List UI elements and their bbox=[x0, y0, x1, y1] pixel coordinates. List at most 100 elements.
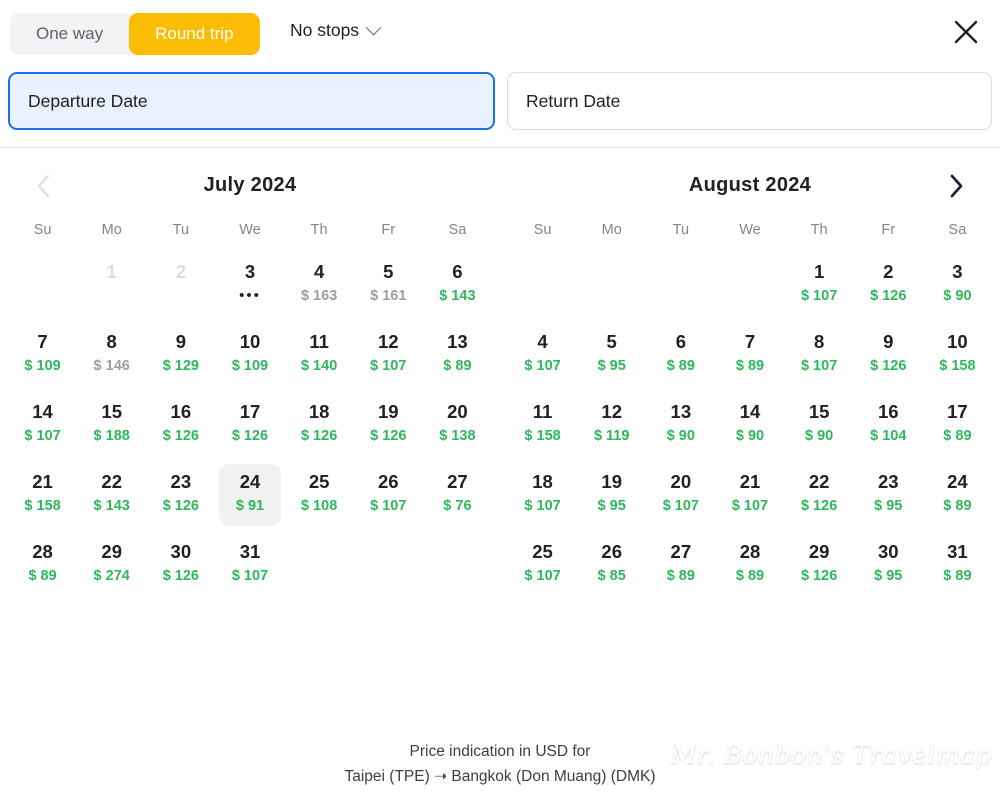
calendar-day-10[interactable]: 10 $ 109 bbox=[219, 324, 281, 386]
calendar-day-8[interactable]: 8 $ 146 bbox=[81, 324, 143, 386]
calendar-day-25[interactable]: 25 $ 108 bbox=[288, 464, 350, 526]
calendar-day-2[interactable]: 2 $ 126 bbox=[857, 254, 919, 316]
calendar-day-price: $ 89 bbox=[28, 568, 57, 584]
tab-round-trip[interactable]: Round trip bbox=[129, 13, 260, 55]
calendar-day-11[interactable]: 11 $ 140 bbox=[288, 324, 350, 386]
calendar-day-20[interactable]: 20 $ 107 bbox=[650, 464, 712, 526]
trip-type-toggle[interactable]: One way Round trip bbox=[10, 13, 260, 55]
calendar-day-price: $ 90 bbox=[943, 288, 972, 304]
calendar-day-number: 6 bbox=[452, 261, 463, 282]
calendar-day-30[interactable]: 30 $ 126 bbox=[150, 534, 212, 596]
next-month-button[interactable] bbox=[936, 166, 976, 206]
calendar-day-5[interactable]: 5 $ 95 bbox=[581, 324, 643, 386]
calendar-day-14[interactable]: 14 $ 107 bbox=[12, 394, 74, 456]
calendar-day-10[interactable]: 10 $ 158 bbox=[926, 324, 988, 386]
dow-fr: Fr bbox=[881, 222, 896, 238]
calendar-day-price: $ 107 bbox=[800, 358, 838, 374]
calendar-day-4[interactable]: 4 $ 107 bbox=[512, 324, 574, 386]
close-button[interactable] bbox=[944, 10, 988, 54]
calendar-day-24[interactable]: 24 $ 89 bbox=[926, 464, 988, 526]
calendar-day-price: $ 143 bbox=[93, 498, 130, 514]
calendar-day-21[interactable]: 21 $ 107 bbox=[719, 464, 781, 526]
calendar-day-3[interactable]: 3 ••• bbox=[219, 254, 281, 316]
calendar-day-31[interactable]: 31 $ 89 bbox=[926, 534, 988, 596]
calendar-day-11[interactable]: 11 $ 158 bbox=[512, 394, 574, 456]
calendar-day-7[interactable]: 7 $ 89 bbox=[719, 324, 781, 386]
stops-dropdown[interactable]: No stops bbox=[290, 19, 382, 41]
calendar-day-7[interactable]: 7 $ 109 bbox=[12, 324, 74, 386]
calendar-day-number: 11 bbox=[532, 401, 553, 422]
prev-month-button[interactable] bbox=[24, 166, 64, 206]
calendar-day-20[interactable]: 20 $ 138 bbox=[426, 394, 488, 456]
calendar-day-31[interactable]: 31 $ 107 bbox=[219, 534, 281, 596]
dow-mo: Mo bbox=[601, 222, 622, 238]
calendar-day-price: $ 146 bbox=[93, 358, 130, 374]
calendar-day-21[interactable]: 21 $ 158 bbox=[12, 464, 74, 526]
departure-date-input[interactable]: Departure Date bbox=[8, 72, 495, 130]
dow-sa: Sa bbox=[448, 222, 467, 238]
calendar-day-8[interactable]: 8 $ 107 bbox=[788, 324, 850, 386]
calendar-day-15[interactable]: 15 $ 188 bbox=[81, 394, 143, 456]
calendar-day-17[interactable]: 17 $ 126 bbox=[219, 394, 281, 456]
calendar-day-price: $ 107 bbox=[800, 288, 838, 304]
calendar-day-23[interactable]: 23 $ 95 bbox=[857, 464, 919, 526]
calendar-day-24[interactable]: 24 $ 91 bbox=[218, 464, 281, 526]
calendar-day-9[interactable]: 9 $ 129 bbox=[150, 324, 212, 386]
weeks-july: 1 2 3 ••• 4 $ 163 5 $ 161 6 $ 143 7 $ 109 8 $ 146 9 $ 1… bbox=[8, 254, 492, 604]
calendar-day-6[interactable]: 6 $ 143 bbox=[426, 254, 488, 316]
calendar-day-price: $ 126 bbox=[162, 498, 199, 514]
calendar-day-9[interactable]: 9 $ 126 bbox=[857, 324, 919, 386]
calendar-day-4[interactable]: 4 $ 163 bbox=[288, 254, 350, 316]
calendar-week-row: 11 $ 158 12 $ 119 13 $ 90 14 $ 90 15 $ 90 16 $ 104 1… bbox=[508, 394, 992, 464]
calendar-day-5[interactable]: 5 $ 161 bbox=[357, 254, 419, 316]
calendar-day-1[interactable]: 1 $ 107 bbox=[788, 254, 850, 316]
calendar-day-16[interactable]: 16 $ 126 bbox=[150, 394, 212, 456]
calendar-day-23[interactable]: 23 $ 126 bbox=[150, 464, 212, 526]
calendar-day-19[interactable]: 19 $ 95 bbox=[581, 464, 643, 526]
tab-one-way[interactable]: One way bbox=[10, 13, 129, 55]
stops-dropdown-label: No stops bbox=[290, 20, 360, 40]
return-date-input[interactable]: Return Date bbox=[507, 72, 992, 130]
calendar-day-price: $ 89 bbox=[735, 568, 765, 584]
calendar-day-price: $ 126 bbox=[162, 568, 199, 584]
calendar-day-14[interactable]: 14 $ 90 bbox=[719, 394, 781, 456]
calendar-day-28[interactable]: 28 $ 89 bbox=[719, 534, 781, 596]
calendar-day-18[interactable]: 18 $ 107 bbox=[512, 464, 574, 526]
calendar-day-price: $ 126 bbox=[800, 568, 838, 584]
calendar-day-18[interactable]: 18 $ 126 bbox=[288, 394, 350, 456]
calendar-day-22[interactable]: 22 $ 126 bbox=[788, 464, 850, 526]
calendar-week-row: 21 $ 158 22 $ 143 23 $ 126 24 $ 91 25 $ 108 26 $ 10… bbox=[8, 464, 492, 534]
calendar-day-price: $ 89 bbox=[443, 358, 472, 374]
calendar-week-row: 14 $ 107 15 $ 188 16 $ 126 17 $ 126 18 $ 126 19 $ 1… bbox=[8, 394, 492, 464]
calendar-day-number: 31 bbox=[947, 541, 968, 562]
calendar-day-13[interactable]: 13 $ 89 bbox=[426, 324, 488, 386]
calendar-day-price: $ 107 bbox=[370, 358, 407, 374]
month-title: July 2024 bbox=[203, 174, 297, 196]
calendar-day-12[interactable]: 12 $ 107 bbox=[357, 324, 419, 386]
calendar-day-28[interactable]: 28 $ 89 bbox=[12, 534, 74, 596]
calendar-day-29[interactable]: 29 $ 126 bbox=[788, 534, 850, 596]
calendar-day-15[interactable]: 15 $ 90 bbox=[788, 394, 850, 456]
calendar-day-number: 21 bbox=[739, 471, 761, 492]
calendar-day-19[interactable]: 19 $ 126 bbox=[357, 394, 419, 456]
calendar-day-27[interactable]: 27 $ 76 bbox=[426, 464, 488, 526]
calendar-day-16[interactable]: 16 $ 104 bbox=[857, 394, 919, 456]
calendar-day-price: $ 158 bbox=[939, 358, 976, 374]
calendar-day-17[interactable]: 17 $ 89 bbox=[926, 394, 988, 456]
calendar-day-price: $ 126 bbox=[231, 428, 269, 444]
calendar-day-price: $ 107 bbox=[524, 568, 561, 584]
calendar-day-29[interactable]: 29 $ 274 bbox=[81, 534, 143, 596]
calendar-day-6[interactable]: 6 $ 89 bbox=[650, 324, 712, 386]
calendar-day-number: 18 bbox=[308, 401, 330, 422]
calendar-day-26[interactable]: 26 $ 107 bbox=[357, 464, 419, 526]
calendar-day-30[interactable]: 30 $ 95 bbox=[857, 534, 919, 596]
calendar-day-2: 2 bbox=[150, 254, 212, 316]
calendar-day-26[interactable]: 26 $ 85 bbox=[581, 534, 643, 596]
calendar-day-25[interactable]: 25 $ 107 bbox=[512, 534, 574, 596]
calendar-day-number: 28 bbox=[739, 541, 761, 562]
calendar-day-13[interactable]: 13 $ 90 bbox=[650, 394, 712, 456]
calendar-day-22[interactable]: 22 $ 143 bbox=[81, 464, 143, 526]
calendar-day-12[interactable]: 12 $ 119 bbox=[581, 394, 643, 456]
calendar-day-3[interactable]: 3 $ 90 bbox=[926, 254, 988, 316]
calendar-day-27[interactable]: 27 $ 89 bbox=[650, 534, 712, 596]
